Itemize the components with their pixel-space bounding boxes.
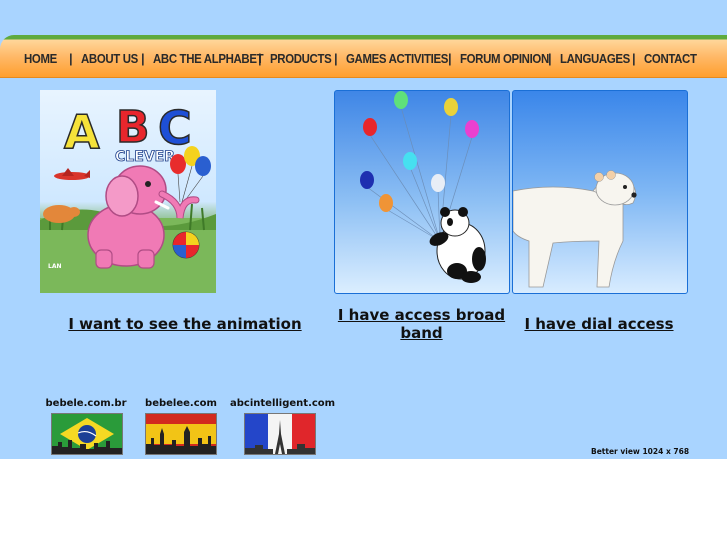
dial-access-link[interactable]: I have dial access	[513, 315, 685, 333]
page-background: HOME | ABOUT US | ABC THE ALPHABET | PRO…	[0, 0, 727, 459]
nav-games-activities[interactable]: GAMES ACTIVITIES	[346, 51, 448, 66]
spain-flag-icon[interactable]	[145, 413, 217, 455]
panda-icon	[429, 207, 486, 283]
nav-languages[interactable]: LANGUAGES	[560, 51, 630, 66]
letter-b: B	[116, 102, 150, 153]
nav-separator: |	[141, 50, 145, 66]
abc-clever-illustration: A B C CLEVER LAN	[40, 100, 216, 293]
letter-c: C	[158, 101, 192, 155]
letter-a: A	[64, 105, 100, 159]
nav-home[interactable]: HOME	[24, 51, 57, 66]
nav-separator: |	[334, 50, 338, 66]
nav-separator: |	[69, 50, 73, 66]
nav-separator: |	[632, 50, 636, 66]
site-label-spain[interactable]: bebelee.com	[131, 398, 231, 409]
panda-balloons-illustration	[360, 91, 486, 283]
abc-clever-cover-image[interactable]: A B C CLEVER LAN	[40, 90, 216, 293]
balloons-icon	[170, 146, 211, 203]
beach-ball-icon	[172, 231, 200, 259]
nav-separator: |	[448, 50, 452, 66]
polar-bear-icon	[513, 170, 637, 288]
france-flag-icon[interactable]	[244, 413, 316, 455]
resolution-note: Better view 1024 x 768	[591, 447, 690, 456]
dial-polar-bear-image[interactable]	[512, 90, 688, 294]
animation-link[interactable]: I want to see the animation	[60, 315, 310, 333]
polar-bear-illustration	[513, 170, 637, 288]
publisher-logo: LAN	[48, 263, 62, 270]
nav-contact[interactable]: CONTACT	[644, 51, 697, 66]
clever-title: CLEVER	[115, 149, 175, 165]
broadband-panda-image[interactable]	[334, 90, 510, 294]
site-label-france[interactable]: abcintelligent.com	[230, 398, 335, 409]
site-label-brazil[interactable]: bebele.com.br	[36, 398, 136, 409]
nav-forum-opinion[interactable]: FORUM OPINION	[460, 51, 549, 66]
nav-abc-the-alphabet[interactable]: ABC THE ALPHABET	[153, 51, 264, 66]
nav-about-us[interactable]: ABOUT US	[81, 51, 138, 66]
broadband-link[interactable]: I have access broad band	[334, 306, 509, 342]
nav-products[interactable]: PRODUCTS	[270, 51, 332, 66]
airplane-icon	[54, 168, 90, 180]
main-navigation: HOME | ABOUT US | ABC THE ALPHABET | PRO…	[0, 35, 727, 78]
brazil-flag-icon[interactable]	[51, 413, 123, 455]
